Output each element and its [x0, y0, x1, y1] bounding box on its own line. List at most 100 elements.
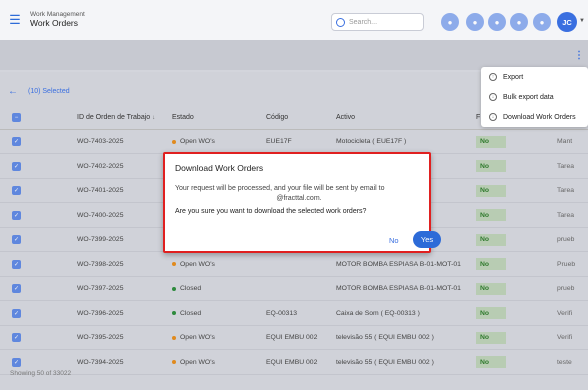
download-dialog: Download Work Orders Your request will b… — [163, 152, 441, 253]
row-checkbox[interactable]: ✓ — [12, 357, 21, 367]
row-checkbox[interactable]: ✓ — [12, 210, 21, 220]
export-menu: ↑ Export ↓ Bulk export data ↓ Download W… — [481, 67, 588, 127]
cell-estado: Open WO's — [172, 334, 215, 341]
cell-activo: Motocicleta ( EUE17F ) — [336, 138, 407, 145]
page-title: Work Orders — [30, 17, 79, 28]
cell-estado: Open WO's — [172, 261, 215, 268]
status-dot-icon — [172, 360, 176, 364]
selection-bar: ← (10) Selected — [8, 86, 70, 97]
cell-estado: Closed — [172, 285, 201, 292]
cell-id[interactable]: WO-7402-2025 — [77, 163, 123, 170]
cell-codigo: EQUI EMBU 002 — [266, 358, 318, 366]
column-estado[interactable]: Estado — [172, 114, 194, 121]
cell-id[interactable]: WO-7401-2025 — [77, 187, 123, 194]
status-label: Open WO's — [180, 260, 215, 268]
cell-id[interactable]: WO-7397-2025 — [77, 285, 123, 292]
cell-flag-badge: No — [476, 209, 506, 221]
search-placeholder: Search... — [349, 18, 378, 26]
selected-count: (10) Selected — [28, 88, 70, 95]
cell-estado: Closed — [172, 310, 201, 317]
table-row[interactable]: ✓ WO-7395-2025 Open WO's EQUI EMBU 002 telev… — [0, 326, 588, 350]
row-checkbox[interactable]: ✓ — [12, 235, 21, 244]
cell-description: Tarea — [557, 211, 575, 219]
cell-activo: televisão 55 ( EQUI EMBU 002 ) — [336, 358, 434, 366]
cell-codigo: EQUI EMBU 002 — [266, 334, 318, 341]
status-dot-icon — [172, 311, 176, 315]
menu-item-label: Bulk export data — [503, 93, 554, 101]
status-dot-icon — [172, 286, 176, 291]
menu-icon[interactable]: ☰ — [0, 12, 30, 28]
cell-description: Prueb — [557, 260, 576, 268]
cell-id[interactable]: WO-7400-2025 — [77, 212, 123, 219]
cell-description: Tarea — [557, 162, 575, 170]
cell-description: teste — [557, 358, 572, 366]
more-options-icon[interactable]: ⋮ — [574, 50, 584, 61]
export-icon: ↑ — [489, 73, 497, 81]
avatar[interactable]: JC — [557, 12, 577, 32]
back-arrow-icon[interactable]: ← — [8, 86, 18, 97]
rocket-icon[interactable]: ● — [510, 13, 528, 31]
bell-icon[interactable]: ● — [441, 13, 459, 31]
row-checkbox[interactable]: ✓ — [12, 308, 21, 318]
chevron-down-icon[interactable]: ▼ — [579, 18, 585, 24]
cell-description: Tarea — [557, 187, 575, 194]
table-row[interactable]: ✓ WO-7398-2025 Open WO's MOTOR BOMBA ESPIAS… — [0, 253, 588, 277]
cell-id[interactable]: WO-7394-2025 — [77, 359, 123, 366]
calendar-icon[interactable]: ● — [533, 13, 551, 31]
dialog-message: Your request will be processed, and your… — [175, 184, 423, 204]
cell-id[interactable]: WO-7399-2025 — [77, 236, 123, 243]
pagination-info: Showing 50 of 33022 — [10, 370, 72, 377]
menu-item-label: Download Work Orders — [503, 113, 576, 121]
cell-codigo: EQ-00313 — [266, 309, 297, 317]
table-row[interactable]: ✓ WO-7394-2025 Open WO's EQUI EMBU 002 telev… — [0, 351, 588, 375]
cell-flag-badge: No — [476, 307, 506, 319]
column-f[interactable]: F — [476, 114, 480, 121]
select-all-checkbox[interactable]: − — [12, 113, 21, 122]
menu-item-bulk-export[interactable]: ↓ Bulk export data — [489, 93, 580, 101]
dialog-question: Are you sure you want to download the se… — [175, 208, 367, 215]
people-icon[interactable]: ● — [466, 13, 484, 31]
cell-description: Mant — [557, 138, 573, 145]
cell-flag-badge: No — [476, 331, 506, 344]
menu-item-download-work-orders[interactable]: ↓ Download Work Orders — [489, 113, 580, 121]
status-dot-icon — [172, 262, 176, 266]
cell-id[interactable]: WO-7398-2025 — [77, 261, 123, 268]
table-row[interactable]: ✓ WO-7397-2025 Closed MOTOR BOMBA ESPIASA B… — [0, 277, 588, 301]
dialog-title: Download Work Orders — [175, 163, 264, 173]
cell-description: prueb — [557, 236, 575, 243]
table-row[interactable]: ✓ WO-7396-2025 Closed EQ-00313 Caixa de Som … — [0, 302, 588, 326]
row-checkbox[interactable]: ✓ — [12, 259, 21, 269]
column-activo[interactable]: Activo — [336, 114, 355, 121]
cell-description: Verifi — [557, 334, 573, 341]
row-checkbox[interactable]: ✓ — [12, 161, 21, 171]
cell-description: Verifi — [557, 309, 573, 317]
status-label: Open WO's — [180, 138, 215, 145]
dialog-message-line2: @fracttal.com. — [276, 194, 322, 202]
search-icon — [336, 17, 345, 27]
cell-activo: televisão 55 ( EQUI EMBU 002 ) — [336, 334, 434, 341]
status-dot-icon — [172, 139, 176, 144]
no-button[interactable]: No — [389, 236, 399, 245]
yes-button[interactable]: Yes — [413, 231, 441, 248]
cell-flag-badge: No — [476, 160, 506, 172]
cell-id[interactable]: WO-7395-2025 — [77, 334, 123, 341]
layers-icon[interactable]: ● — [488, 13, 506, 31]
search-input[interactable]: Search... — [331, 13, 424, 31]
menu-item-export[interactable]: ↑ Export — [489, 73, 580, 81]
row-checkbox[interactable]: ✓ — [12, 333, 21, 342]
download-icon: ↓ — [489, 113, 497, 121]
row-checkbox[interactable]: ✓ — [12, 137, 21, 146]
row-checkbox[interactable]: ✓ — [12, 284, 21, 293]
row-checkbox[interactable]: ✓ — [12, 186, 21, 195]
column-id[interactable]: ID de Orden de Trabajo ↓ — [77, 114, 155, 121]
status-label: Open WO's — [180, 358, 215, 366]
cell-activo: Caixa de Som ( EQ-00313 ) — [336, 309, 420, 317]
cell-id[interactable]: WO-7396-2025 — [77, 310, 123, 317]
table-row[interactable]: ✓ WO-7403-2025 Open WO's EUE17F Motocicleta … — [0, 130, 588, 154]
cell-flag-badge: No — [476, 282, 506, 295]
cell-flag-badge: No — [476, 184, 506, 197]
cell-id[interactable]: WO-7403-2025 — [77, 138, 123, 145]
column-codigo[interactable]: Código — [266, 114, 288, 121]
cell-flag-badge: No — [476, 233, 506, 246]
status-label: Closed — [180, 285, 202, 292]
